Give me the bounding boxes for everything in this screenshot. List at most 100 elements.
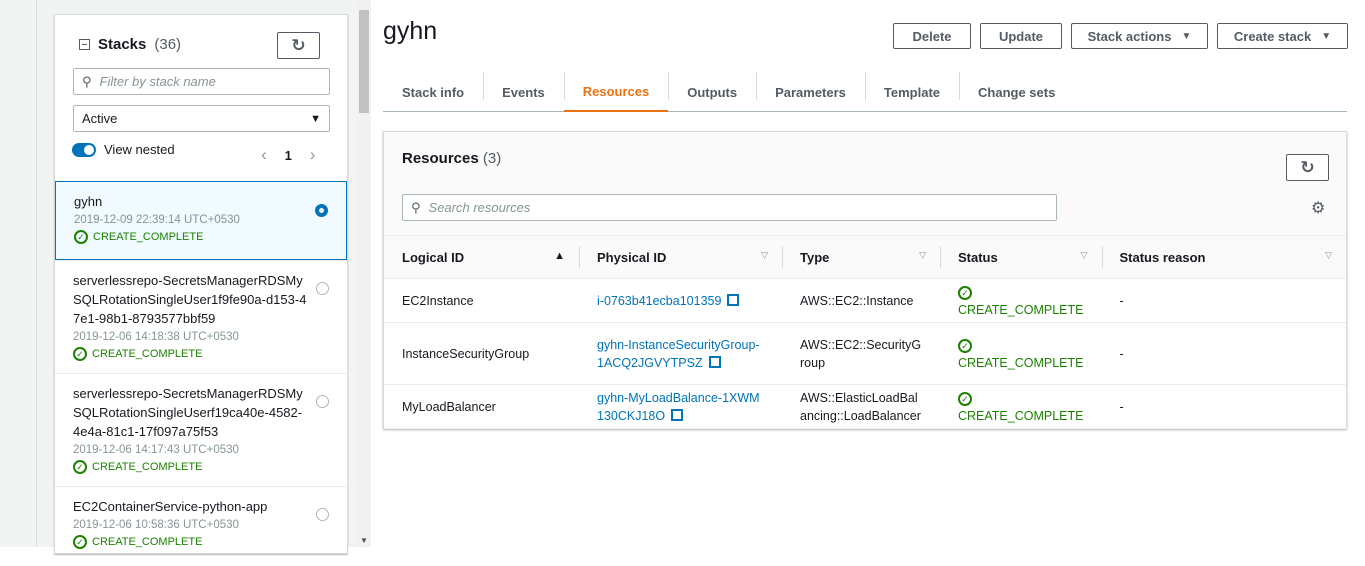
stack-name[interactable]: gyhn xyxy=(74,192,309,211)
status-text: CREATE_COMPLETE xyxy=(958,355,1084,370)
tab-stack-info[interactable]: Stack info xyxy=(383,72,483,112)
logical-id: EC2Instance xyxy=(384,278,579,323)
column-status[interactable]: Status ▽ xyxy=(940,235,1102,279)
table-row: InstanceSecurityGroup gyhn-InstanceSecur… xyxy=(384,322,1346,385)
external-link-icon[interactable] xyxy=(708,355,721,368)
page-number[interactable]: 1 xyxy=(285,148,292,163)
create-stack-button[interactable]: Create stack ▼ xyxy=(1217,23,1348,49)
chevron-right-icon[interactable]: › xyxy=(310,145,316,165)
column-label: Logical ID xyxy=(402,249,465,265)
toggle-switch[interactable] xyxy=(72,142,96,157)
delete-button[interactable]: Delete xyxy=(893,23,971,49)
stack-radio[interactable] xyxy=(316,395,329,408)
sort-icon: ▽ xyxy=(1325,249,1332,260)
sort-icon: ▽ xyxy=(919,249,926,260)
check-circle-icon: ✓ xyxy=(958,339,972,353)
stacks-title: Stacks xyxy=(98,36,147,53)
resources-header: Resources (3) ↻ ⚲ Search resources ⚙ xyxy=(384,132,1346,235)
stacks-panel: Stacks (36) ↻ ⚲ Filter by stack name Act… xyxy=(54,14,348,554)
stack-name[interactable]: serverlessrepo-SecretsManagerRDSMySQLRot… xyxy=(73,384,308,441)
view-nested-toggle[interactable]: View nested xyxy=(72,142,175,157)
status-text: CREATE_COMPLETE xyxy=(92,461,203,473)
settings-gear-icon[interactable]: ⚙ xyxy=(1311,198,1325,218)
stacks-heading: Stacks (36) xyxy=(79,36,181,53)
resource-status: ✓ CREATE_COMPLETE xyxy=(940,384,1102,429)
view-nested-label: View nested xyxy=(104,142,175,157)
logical-id: InstanceSecurityGroup xyxy=(384,322,579,385)
sort-icon: ▽ xyxy=(1080,249,1088,260)
resource-status: ✓ CREATE_COMPLETE xyxy=(940,322,1102,385)
tab-events[interactable]: Events xyxy=(483,72,564,112)
stack-radio[interactable] xyxy=(316,282,329,295)
stack-actions-label: Stack actions xyxy=(1087,28,1172,44)
stack-name[interactable]: EC2ContainerService-python-app xyxy=(73,497,308,516)
resource-type: AWS::EC2::SecurityGroup xyxy=(782,322,940,385)
stack-actions-button[interactable]: Stack actions ▼ xyxy=(1071,23,1208,49)
status-filter-value: Active xyxy=(82,111,118,126)
collapse-icon[interactable] xyxy=(79,39,90,50)
update-label: Update xyxy=(998,28,1044,44)
scrollbar-thumb[interactable] xyxy=(359,10,369,113)
table-row: MyLoadBalancer gyhn-MyLoadBalance-1XWM13… xyxy=(384,384,1346,429)
caret-down-icon: ▼ xyxy=(1321,30,1332,42)
physical-id-link[interactable]: i-0763b41ecba101359 xyxy=(597,294,721,308)
scroll-down-arrow-icon[interactable]: ▼ xyxy=(360,536,368,545)
refresh-resources-button[interactable]: ↻ xyxy=(1286,154,1329,181)
stack-list-item[interactable]: EC2ContainerService-python-app 2019-12-0… xyxy=(55,486,347,566)
resources-title-text: Resources xyxy=(402,150,479,167)
status-reason: - xyxy=(1101,322,1346,385)
stack-radio[interactable] xyxy=(315,204,328,217)
status-text: CREATE_COMPLETE xyxy=(92,536,203,548)
delete-label: Delete xyxy=(912,28,952,44)
column-status-reason[interactable]: Status reason ▽ xyxy=(1101,235,1346,279)
resources-card: Resources (3) ↻ ⚲ Search resources ⚙ Log… xyxy=(383,131,1347,429)
stack-radio[interactable] xyxy=(316,508,329,521)
external-link-icon[interactable] xyxy=(671,408,684,421)
status-reason: - xyxy=(1101,384,1346,429)
check-circle-icon: ✓ xyxy=(74,230,88,244)
search-placeholder: Search resources xyxy=(428,200,531,215)
column-logical-id[interactable]: Logical ID ▲ xyxy=(384,235,579,279)
resource-type: AWS::EC2::Instance xyxy=(782,278,940,323)
column-physical-id[interactable]: Physical ID ▽ xyxy=(579,235,782,279)
tab-resources[interactable]: Resources xyxy=(563,72,669,112)
tab-parameters[interactable]: Parameters xyxy=(756,72,865,112)
status-filter-select[interactable]: Active ▼ xyxy=(73,105,330,132)
resource-type: AWS::ElasticLoadBalancing::LoadBalancer xyxy=(782,384,940,429)
stack-name[interactable]: serverlessrepo-SecretsManagerRDSMySQLRot… xyxy=(73,271,308,328)
check-circle-icon: ✓ xyxy=(958,392,972,406)
scrollbar[interactable]: ▼ xyxy=(357,0,371,547)
column-label: Status reason xyxy=(1119,249,1206,265)
physical-id-link[interactable]: gyhn-InstanceSecurityGroup-1ACQ2JGVYTPSZ xyxy=(597,338,760,370)
column-type[interactable]: Type ▽ xyxy=(782,235,940,279)
filter-stack-input[interactable]: ⚲ Filter by stack name xyxy=(73,68,330,95)
search-resources-input[interactable]: ⚲ Search resources xyxy=(402,194,1057,221)
stack-status: ✓ CREATE_COMPLETE xyxy=(73,347,329,361)
status-text: CREATE_COMPLETE xyxy=(92,348,203,360)
tab-outputs[interactable]: Outputs xyxy=(668,72,756,112)
chevron-left-icon[interactable]: ‹ xyxy=(261,145,267,165)
stack-list-item[interactable]: serverlessrepo-SecretsManagerRDSMySQLRot… xyxy=(55,373,347,486)
pagination: ‹ 1 › xyxy=(261,145,316,165)
check-circle-icon: ✓ xyxy=(958,286,972,300)
refresh-button[interactable]: ↻ xyxy=(277,32,320,59)
column-label: Type xyxy=(800,249,830,265)
stack-list-item[interactable]: serverlessrepo-SecretsManagerRDSMySQLRot… xyxy=(55,260,347,373)
side-navigation-strip xyxy=(0,0,37,547)
refresh-icon: ↻ xyxy=(1300,157,1315,177)
stack-tabs: Stack info Events Resources Outputs Para… xyxy=(383,72,1347,112)
search-icon: ⚲ xyxy=(82,73,92,89)
stack-status: ✓ CREATE_COMPLETE xyxy=(74,230,328,244)
search-icon: ⚲ xyxy=(411,199,421,215)
status-text: CREATE_COMPLETE xyxy=(958,408,1084,423)
update-button[interactable]: Update xyxy=(980,23,1062,49)
table-header-row: Logical ID ▲ Physical ID ▽ Type ▽ Status ▽ S… xyxy=(384,235,1346,279)
column-label: Status xyxy=(958,249,998,265)
tab-change-sets[interactable]: Change sets xyxy=(959,72,1074,112)
stack-date: 2019-12-06 14:17:43 UTC+0530 xyxy=(73,444,239,456)
create-stack-label: Create stack xyxy=(1233,28,1312,44)
filter-placeholder: Filter by stack name xyxy=(99,74,216,89)
tab-template[interactable]: Template xyxy=(864,72,959,112)
stack-list-item[interactable]: gyhn 2019-12-09 22:39:14 UTC+0530 ✓ CREAT… xyxy=(55,181,347,260)
external-link-icon[interactable] xyxy=(727,293,740,306)
